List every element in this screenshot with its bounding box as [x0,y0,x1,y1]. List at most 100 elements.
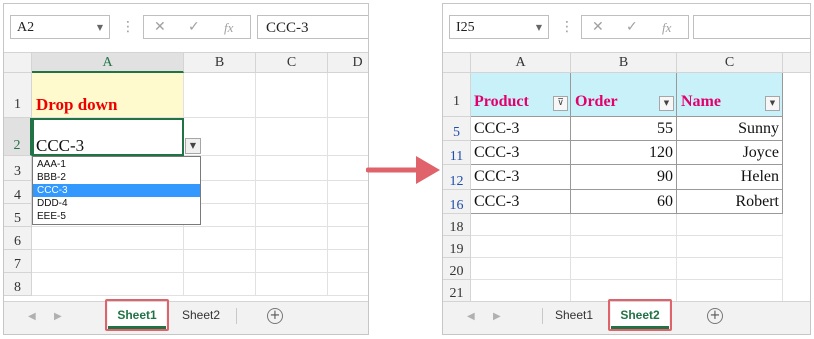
cell[interactable] [184,73,256,118]
table-cell[interactable]: Helen [677,165,783,190]
cell[interactable] [571,214,677,236]
column-header-a[interactable]: A [471,53,571,73]
nav-next-icon[interactable]: ▶ [54,311,62,322]
cell[interactable] [256,204,328,227]
header-cell-order[interactable]: Order ▼ [571,73,677,117]
tab-sheet1[interactable]: Sheet1 [547,302,601,329]
cell[interactable] [571,236,677,258]
nav-prev-icon[interactable]: ◀ [28,311,36,322]
table-cell[interactable]: 55 [571,117,677,141]
cell[interactable] [184,250,256,273]
select-all-corner[interactable] [443,53,471,73]
cell[interactable] [328,227,368,250]
table-cell[interactable]: 90 [571,165,677,190]
table-cell[interactable]: Robert [677,190,783,214]
chevron-down-icon[interactable]: ▼ [97,16,103,40]
cell[interactable] [256,73,328,118]
table-cell[interactable]: 120 [571,141,677,165]
filter-active-icon[interactable]: ⊽ [553,96,568,111]
cell[interactable] [677,214,783,236]
row-header-4[interactable]: 4 [4,181,32,204]
tab-sheet2[interactable]: Sheet2 [174,302,228,329]
cell[interactable] [328,73,368,118]
row-header-5[interactable]: 5 [443,117,471,141]
cell[interactable] [184,227,256,250]
column-header[interactable] [783,53,810,73]
cell-a2-active[interactable]: CCC-3 [32,118,184,156]
table-cell[interactable]: Joyce [677,141,783,165]
add-sheet-icon[interactable]: + [707,308,723,324]
row-header-20[interactable]: 20 [443,258,471,280]
cell[interactable] [256,181,328,204]
column-header-b[interactable]: B [184,53,256,73]
row-header-5[interactable]: 5 [4,204,32,227]
cell[interactable] [471,214,571,236]
cell[interactable] [32,250,184,273]
cell[interactable] [256,250,328,273]
dropdown-option[interactable]: EEE-5 [33,210,200,223]
cell[interactable] [184,118,256,156]
add-sheet-icon[interactable]: + [267,308,283,324]
enter-icon[interactable]: ✓ [626,19,638,35]
cell[interactable] [256,227,328,250]
cell[interactable] [256,118,328,156]
formula-input[interactable] [693,15,810,39]
row-header-18[interactable]: 18 [443,214,471,236]
cell[interactable] [256,156,328,181]
chevron-down-icon[interactable]: ▼ [536,16,542,40]
row-header-7[interactable]: 7 [4,250,32,273]
row-header-3[interactable]: 3 [4,156,32,181]
dropdown-option[interactable]: BBB-2 [33,171,200,184]
row-header-19[interactable]: 19 [443,236,471,258]
cell[interactable] [328,273,368,296]
table-cell[interactable]: CCC-3 [471,165,571,190]
row-header-12[interactable]: 12 [443,165,471,190]
name-box[interactable]: A2 ▼ [10,15,110,39]
cell[interactable] [328,118,368,156]
cell[interactable] [328,156,368,181]
cancel-icon[interactable]: ✕ [154,19,166,35]
nav-next-icon[interactable]: ▶ [493,311,501,322]
select-all-corner[interactable] [4,53,32,73]
cell[interactable] [471,236,571,258]
row-header-1[interactable]: 1 [443,73,471,117]
cell[interactable] [571,258,677,280]
table-cell[interactable]: CCC-3 [471,141,571,165]
cell[interactable] [471,280,571,302]
row-header-6[interactable]: 6 [4,227,32,250]
table-cell[interactable]: 60 [571,190,677,214]
cell[interactable] [184,273,256,296]
header-cell-name[interactable]: Name ▼ [677,73,783,117]
row-header-11[interactable]: 11 [443,141,471,165]
column-header-c[interactable]: C [256,53,328,73]
column-header-a[interactable]: A [32,53,184,73]
column-header-b[interactable]: B [571,53,677,73]
cell[interactable] [677,280,783,302]
row-header-1[interactable]: 1 [4,73,32,118]
name-box[interactable]: I25 ▼ [449,15,549,39]
cell[interactable] [471,258,571,280]
cell[interactable] [32,273,184,296]
row-header-2[interactable]: 2 [4,118,32,156]
nav-prev-icon[interactable]: ◀ [467,311,475,322]
cell[interactable] [328,250,368,273]
dropdown-list[interactable]: AAA-1 BBB-2 CCC-3 DDD-4 EEE-5 [32,156,201,225]
table-cell[interactable]: CCC-3 [471,117,571,141]
filter-dropdown-icon[interactable]: ▼ [659,96,674,111]
header-cell-product[interactable]: Product ⊽ [471,73,571,117]
row-header-16[interactable]: 16 [443,190,471,214]
cancel-icon[interactable]: ✕ [592,19,604,35]
cell[interactable] [328,181,368,204]
cell[interactable] [256,273,328,296]
cell[interactable] [32,227,184,250]
formula-input[interactable]: CCC-3 [257,15,368,39]
filter-dropdown-icon[interactable]: ▼ [765,96,780,111]
dropdown-option[interactable]: DDD-4 [33,197,200,210]
enter-icon[interactable]: ✓ [188,19,200,35]
column-header-d[interactable]: D [328,53,368,73]
cell[interactable] [328,204,368,227]
dropdown-option-selected[interactable]: CCC-3 [33,184,200,197]
function-icon[interactable]: fx [224,20,233,36]
column-header-c[interactable]: C [677,53,783,73]
table-cell[interactable]: Sunny [677,117,783,141]
